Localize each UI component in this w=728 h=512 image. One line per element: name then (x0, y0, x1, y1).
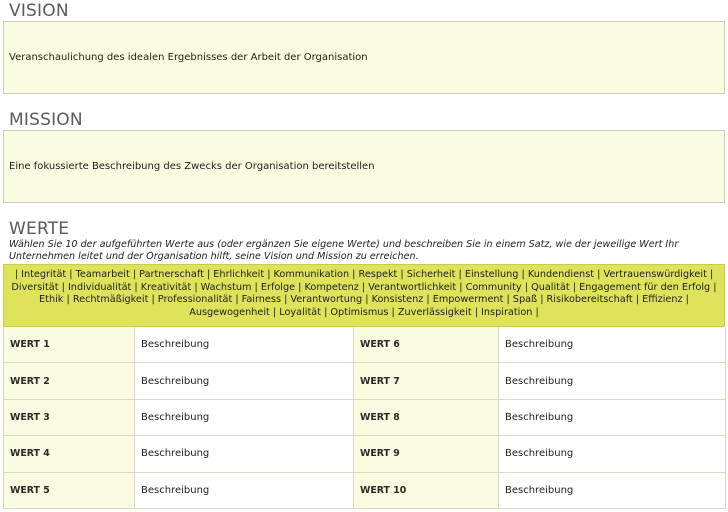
wert-description[interactable]: Beschreibung (135, 363, 354, 400)
wert-label: WERT 8 (354, 399, 499, 437)
wert-description[interactable]: Beschreibung (499, 327, 726, 364)
werte-heading: WERTE (9, 219, 70, 239)
werte-instruction: Wählen Sie 10 der aufgeführten Werte aus… (9, 239, 679, 262)
wert-description[interactable]: Beschreibung (499, 399, 726, 437)
wert-label: WERT 6 (354, 327, 499, 364)
wert-label: WERT 5 (4, 472, 135, 509)
wert-label: WERT 1 (4, 327, 135, 364)
wert-description[interactable]: Beschreibung (499, 363, 726, 400)
wert-label: WERT 7 (354, 363, 499, 400)
wert-label: WERT 2 (4, 363, 135, 400)
wert-description[interactable]: Beschreibung (499, 436, 726, 473)
wert-description[interactable]: Beschreibung (135, 472, 354, 509)
wert-label: WERT 10 (354, 472, 499, 509)
vision-heading: VISION (9, 1, 69, 21)
mission-text: Eine fokussierte Beschreibung des Zwecks… (9, 161, 375, 172)
values-list-band: | Integrität | Teamarbeit | Partnerschaf… (3, 264, 725, 327)
wert-label: WERT 3 (4, 399, 135, 437)
wert-label: WERT 9 (354, 436, 499, 473)
wert-description[interactable]: Beschreibung (499, 472, 726, 509)
mission-heading: MISSION (9, 110, 83, 130)
wert-description[interactable]: Beschreibung (135, 327, 354, 364)
mission-text-box[interactable]: Eine fokussierte Beschreibung des Zwecks… (3, 130, 725, 203)
wert-label: WERT 4 (4, 436, 135, 473)
werte-table: WERT 1 Beschreibung WERT 6 Beschreibung … (3, 327, 726, 509)
document-page: VISION Veranschaulichung des idealen Erg… (0, 0, 728, 512)
wert-description[interactable]: Beschreibung (135, 399, 354, 437)
values-list-text: | Integrität | Teamarbeit | Partnerschaf… (11, 269, 717, 318)
wert-description[interactable]: Beschreibung (135, 436, 354, 473)
vision-text: Veranschaulichung des idealen Ergebnisse… (9, 52, 368, 63)
vision-text-box[interactable]: Veranschaulichung des idealen Ergebnisse… (3, 21, 725, 94)
